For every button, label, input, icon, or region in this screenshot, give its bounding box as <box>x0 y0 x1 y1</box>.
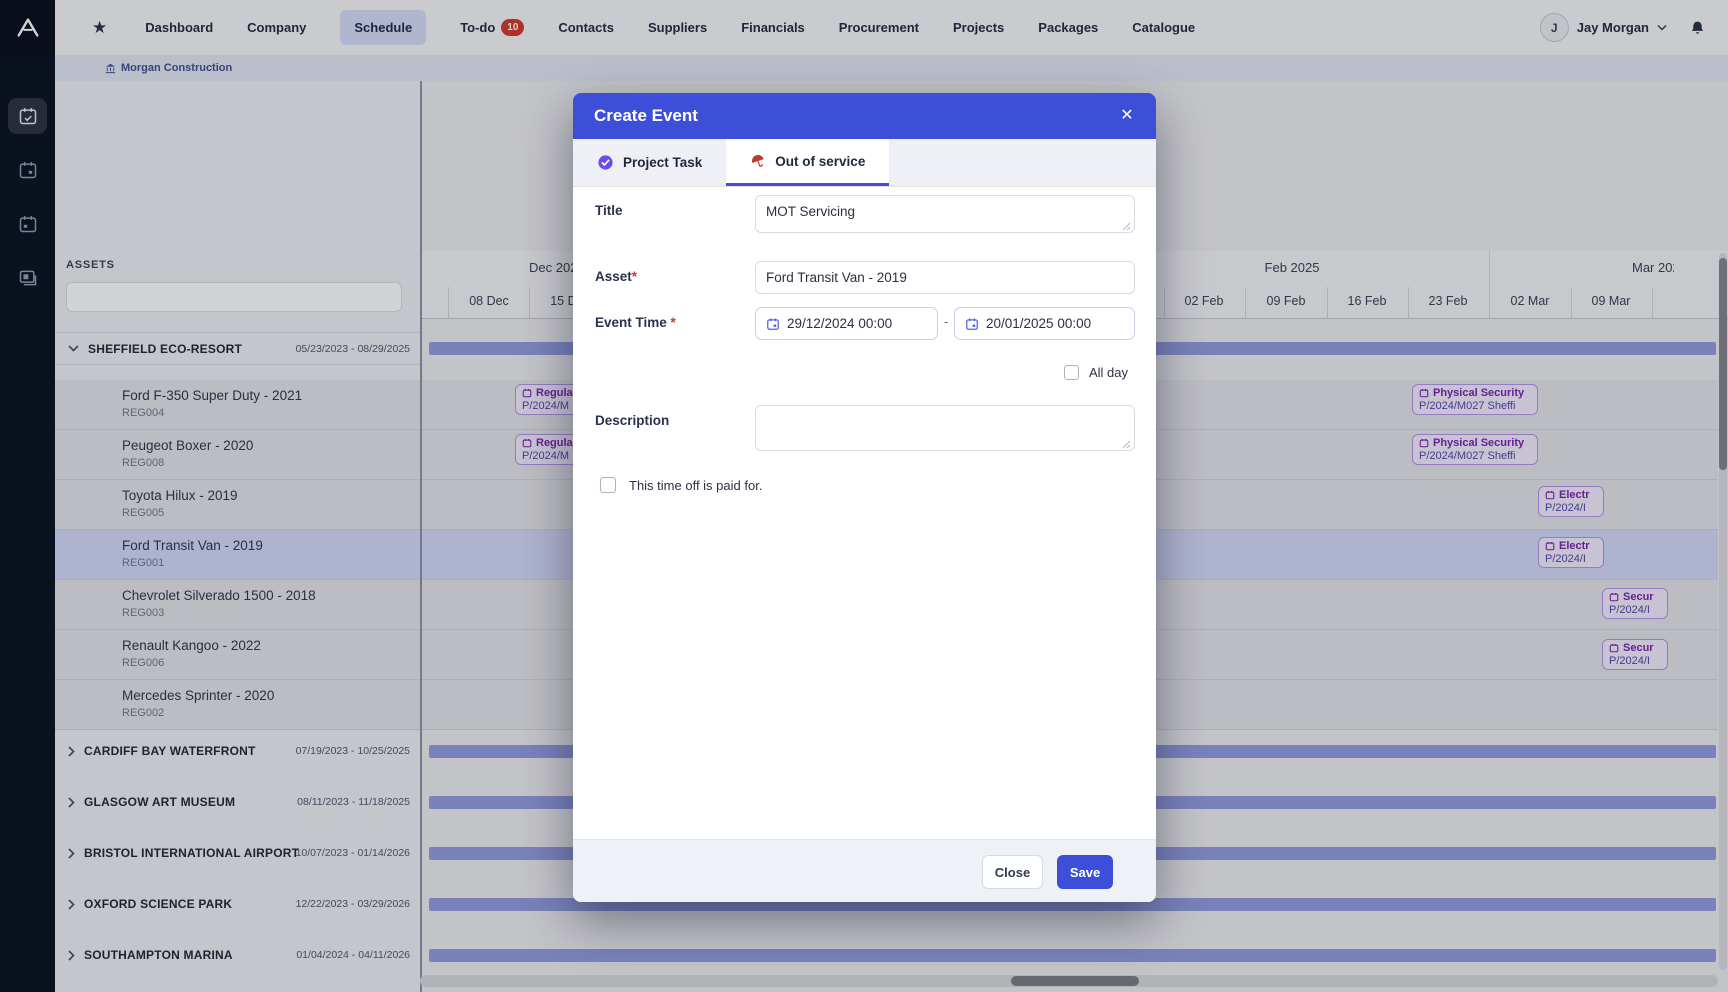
event-time-label: Event Time * <box>595 315 676 330</box>
close-icon[interactable]: ✕ <box>1116 105 1138 127</box>
required-asterisk: * <box>671 315 676 330</box>
save-button[interactable]: Save <box>1057 855 1113 889</box>
modal-title: Create Event <box>594 106 698 126</box>
date-range-separator: - <box>944 314 948 329</box>
description-label: Description <box>595 413 669 428</box>
start-date-value: 29/12/2024 00:00 <box>787 316 892 331</box>
tab-project-task[interactable]: Project Task <box>573 139 726 186</box>
calendar-icon <box>965 317 979 331</box>
all-day-checkbox[interactable] <box>1064 365 1079 380</box>
modal-header: Create Event ✕ <box>573 93 1156 139</box>
app-window: ★ Dashboard Company Schedule To-do 10 Co… <box>0 0 1728 992</box>
title-input[interactable]: MOT Servicing <box>755 195 1135 233</box>
asset-input[interactable] <box>755 261 1135 294</box>
modal-tabs: Project Task Out of service <box>573 139 1156 187</box>
calendar-icon <box>766 317 780 331</box>
required-asterisk: * <box>632 269 637 284</box>
start-date-input[interactable]: 29/12/2024 00:00 <box>755 307 938 340</box>
paid-time-off-checkbox[interactable] <box>600 477 616 493</box>
asset-field-label: Asset* <box>595 269 637 284</box>
tab-out-of-service-label: Out of service <box>775 154 865 169</box>
description-input[interactable] <box>755 405 1135 451</box>
end-date-value: 20/01/2025 00:00 <box>986 316 1091 331</box>
modal-footer: Close Save <box>573 839 1156 902</box>
save-button-label: Save <box>1070 865 1100 880</box>
event-time-label-text: Event Time <box>595 315 667 330</box>
tab-project-task-label: Project Task <box>623 155 702 170</box>
title-field-label: Title <box>595 203 623 218</box>
create-event-modal: Create Event ✕ Project Task Out of servi… <box>573 93 1156 902</box>
umbrella-icon <box>750 153 766 169</box>
asset-field-label-text: Asset <box>595 269 632 284</box>
all-day-label: All day <box>1089 365 1128 380</box>
end-date-input[interactable]: 20/01/2025 00:00 <box>954 307 1135 340</box>
tab-out-of-service[interactable]: Out of service <box>726 139 889 186</box>
check-circle-icon <box>597 154 614 171</box>
paid-time-off-label: This time off is paid for. <box>629 478 762 493</box>
close-button[interactable]: Close <box>982 855 1043 889</box>
close-button-label: Close <box>995 865 1030 880</box>
